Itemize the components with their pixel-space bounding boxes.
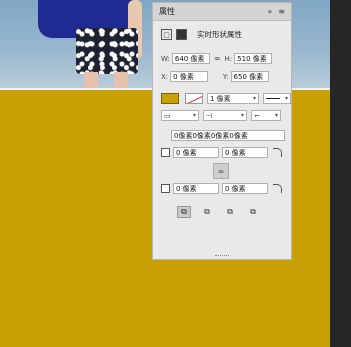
photo-leg bbox=[84, 72, 98, 88]
height-label: H: bbox=[224, 54, 233, 63]
subtract-front-icon[interactable]: ⧉ bbox=[200, 206, 214, 218]
y-field[interactable]: 650 像素 bbox=[230, 71, 269, 82]
x-field[interactable]: 0 像素 bbox=[170, 71, 209, 82]
corner-radius-icon bbox=[273, 148, 282, 157]
corner-bl-field[interactable]: 0 像素 bbox=[173, 183, 219, 194]
photo-shorts bbox=[76, 28, 138, 74]
mask-icon[interactable] bbox=[176, 29, 187, 40]
exclude-overlap-icon[interactable]: ⧉ bbox=[246, 206, 260, 218]
intersect-shapes-icon[interactable]: ⧉ bbox=[223, 206, 237, 218]
workspace-background bbox=[330, 0, 351, 347]
chevron-down-icon: ▾ bbox=[240, 112, 244, 119]
stroke-align-icon: ▭ bbox=[164, 111, 171, 120]
link-dimensions-icon[interactable]: ∞ bbox=[214, 54, 221, 63]
combine-shapes-icon[interactable]: ⧉ bbox=[177, 206, 191, 218]
stroke-width-value: 1 像素 bbox=[210, 94, 231, 103]
stroke-color-swatch[interactable] bbox=[185, 93, 203, 104]
corner-radius-summary[interactable]: 0像素0像素0像素0像素 bbox=[171, 130, 285, 141]
stroke-type-dropdown[interactable]: ▾ bbox=[263, 93, 291, 104]
link-icon: ∞ bbox=[217, 166, 225, 176]
corner-checkbox[interactable] bbox=[161, 148, 170, 157]
stroke-cap-icon: ⊣ bbox=[206, 111, 213, 120]
corner-tr-field[interactable]: 0 像素 bbox=[222, 147, 268, 158]
stroke-corner-dropdown[interactable]: ⌐ ▾ bbox=[251, 110, 281, 121]
photo-leg bbox=[114, 72, 128, 88]
chevron-down-icon: ▾ bbox=[284, 95, 288, 102]
chevron-down-icon: ▾ bbox=[274, 112, 278, 119]
chevron-down-icon: ▾ bbox=[192, 112, 196, 119]
properties-panel: 属性 » ≡ ▢ 实时形状属性 W: 640 像素 ∞ H: 510 像素 X:… bbox=[152, 2, 292, 260]
x-label: X: bbox=[161, 72, 169, 81]
chevron-down-icon: ▾ bbox=[252, 95, 256, 102]
fill-color-swatch[interactable] bbox=[161, 93, 179, 104]
width-label: W: bbox=[161, 54, 170, 63]
panel-header: 属性 » ≡ bbox=[153, 3, 291, 21]
corner-checkbox[interactable] bbox=[161, 184, 170, 193]
shape-properties-icon[interactable]: ▢ bbox=[161, 29, 172, 40]
corner-br-field[interactable]: 0 像素 bbox=[222, 183, 268, 194]
y-label: Y: bbox=[222, 72, 229, 81]
corner-radius-icon bbox=[273, 184, 282, 193]
link-corners-button[interactable]: ∞ bbox=[213, 163, 229, 179]
stroke-cap-dropdown[interactable]: ⊣ ▾ bbox=[203, 110, 247, 121]
width-field[interactable]: 640 像素 bbox=[171, 53, 210, 64]
stroke-corner-icon: ⌐ bbox=[254, 111, 260, 120]
stroke-width-dropdown[interactable]: 1 像素 ▾ bbox=[207, 93, 259, 104]
line-style-icon bbox=[266, 98, 280, 99]
corner-tl-field[interactable]: 0 像素 bbox=[173, 147, 219, 158]
stroke-align-dropdown[interactable]: ▭ ▾ bbox=[161, 110, 199, 121]
panel-title: 属性 bbox=[159, 7, 175, 16]
height-field[interactable]: 510 像素 bbox=[234, 53, 273, 64]
resize-grip[interactable] bbox=[215, 255, 229, 257]
collapse-icon[interactable]: » bbox=[267, 7, 272, 16]
menu-icon[interactable]: ≡ bbox=[278, 7, 285, 16]
section-title: 实时形状属性 bbox=[197, 30, 242, 39]
